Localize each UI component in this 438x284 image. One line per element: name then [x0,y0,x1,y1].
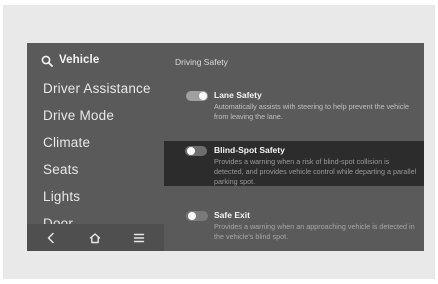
setting-lane-safety[interactable]: Lane Safety Automatically assists with s… [164,85,424,125]
panel-title: Driving Safety [175,57,228,67]
sidebar-item-climate[interactable]: Climate [43,135,90,150]
setting-description: Provides a warning when a risk of blind-… [214,157,417,186]
setting-title: Lane Safety [214,90,262,100]
device-frame: Vehicle Driver Assistance Drive Mode Cli… [3,5,435,279]
setting-blind-spot-safety[interactable]: Blind-Spot Safety Provides a warning whe… [164,141,424,186]
home-icon[interactable] [87,230,103,246]
setting-title: Blind-Spot Safety [214,145,285,155]
setting-title: Safe Exit [214,210,250,220]
infotainment-screen: Vehicle Driver Assistance Drive Mode Cli… [27,43,424,251]
blind-spot-safety-toggle[interactable] [185,146,207,156]
sidebar-item-driver-assistance[interactable]: Driver Assistance [43,81,151,96]
toggle-knob [188,212,196,220]
sidebar-title: Vehicle [59,54,100,66]
toggle-knob [199,92,207,100]
sidebar-item-lights[interactable]: Lights [43,189,80,204]
setting-description: Automatically assists with steering to h… [214,102,409,121]
back-icon[interactable] [43,230,59,246]
sidebar: Vehicle Driver Assistance Drive Mode Cli… [27,43,164,251]
menu-icon[interactable] [131,230,147,246]
sidebar-item-drive-mode[interactable]: Drive Mode [43,108,114,123]
sidebar-item-seats[interactable]: Seats [43,162,79,177]
setting-safe-exit[interactable]: Safe Exit Provides a warning when an app… [164,206,424,246]
settings-panel: Driving Safety Lane Safety Automatically… [164,43,424,251]
setting-description: Provides a warning when an approaching v… [214,222,415,241]
search-icon[interactable] [41,55,53,67]
toggle-knob [187,147,195,155]
lane-safety-toggle[interactable] [186,91,208,101]
bottom-nav-bar [27,224,164,251]
safe-exit-toggle[interactable] [186,211,208,221]
